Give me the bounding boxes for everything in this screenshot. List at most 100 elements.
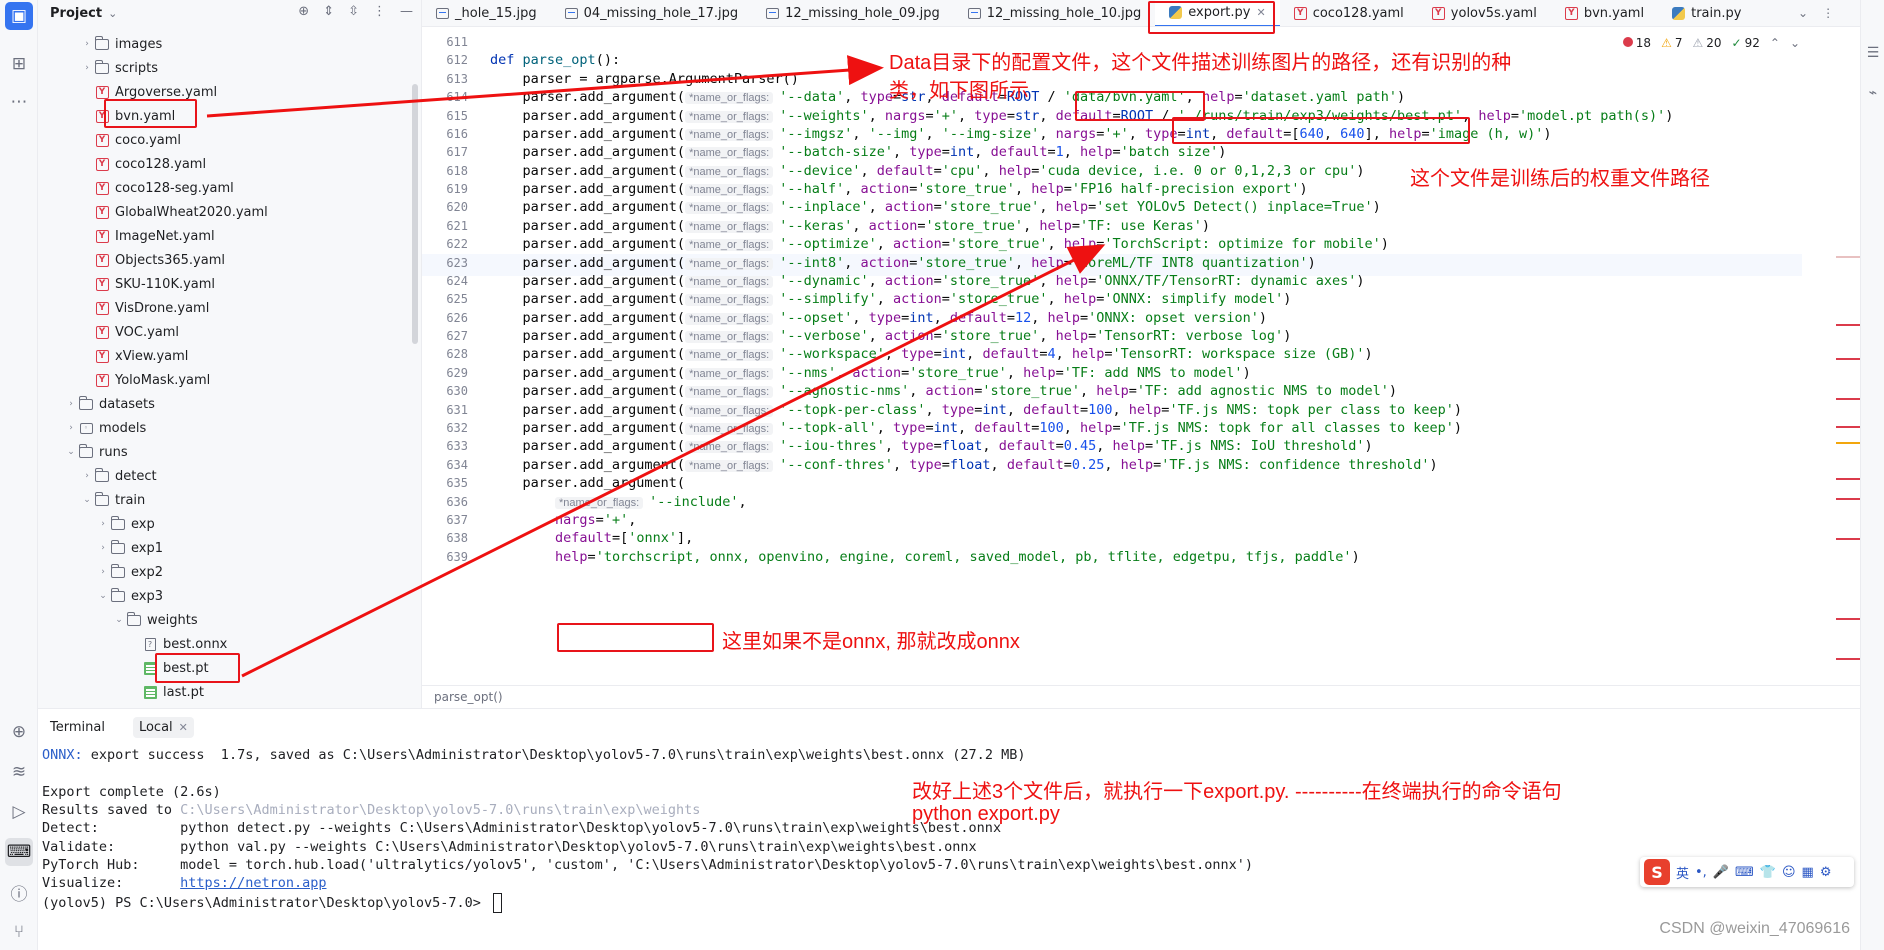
chevron-right-icon[interactable]: › bbox=[80, 471, 94, 481]
code-line[interactable]: parser.add_argument(*name_or_flags: '--in… bbox=[490, 199, 1381, 215]
tree-item[interactable]: › ◦ models bbox=[38, 416, 408, 440]
tree-item[interactable]: › detect bbox=[38, 464, 408, 488]
results-path[interactable]: C:\Users\Administrator\Desktop\yolov5-7.… bbox=[180, 802, 700, 818]
tree-item[interactable]: ⌄ exp3 bbox=[38, 584, 408, 608]
editor-tab[interactable]: train.py bbox=[1658, 0, 1755, 26]
project-scrollbar[interactable] bbox=[412, 84, 418, 344]
error-stripe-mark[interactable] bbox=[1836, 538, 1860, 540]
problems-icon[interactable]: ⓘ bbox=[5, 878, 33, 906]
ime-language[interactable]: 英 bbox=[1676, 863, 1689, 882]
tree-item[interactable]: ⌄ runs bbox=[38, 440, 408, 464]
tree-item[interactable]: YxView.yaml bbox=[38, 344, 408, 368]
tree-item[interactable]: Ycoco128-seg.yaml bbox=[38, 176, 408, 200]
chevron-down-icon[interactable]: ⌄ bbox=[1798, 6, 1808, 20]
error-stripe-mark[interactable] bbox=[1836, 324, 1860, 326]
locate-icon[interactable]: ⊕ bbox=[298, 4, 309, 19]
punctuation-icon[interactable]: •, bbox=[1695, 865, 1707, 880]
chevron-right-icon[interactable]: › bbox=[80, 63, 94, 73]
code-line[interactable]: parser.add_argument(*name_or_flags: '--in… bbox=[490, 255, 1316, 271]
services-icon[interactable]: ▷ bbox=[5, 798, 33, 826]
tree-item[interactable]: Y VisDrone.yaml bbox=[38, 296, 408, 320]
code-line[interactable]: parser.add_argument(*name_or_flags: '--op… bbox=[490, 236, 1389, 252]
microphone-icon[interactable]: 🎤 bbox=[1713, 865, 1729, 880]
python-packages-icon[interactable]: ⊕ bbox=[5, 718, 33, 746]
chevron-right-icon[interactable]: › bbox=[96, 519, 110, 529]
code-line[interactable]: parser.add_argument(*name_or_flags: '--co… bbox=[490, 457, 1438, 473]
code-line[interactable]: parser.add_argument(*name_or_flags: '--ba… bbox=[490, 144, 1227, 160]
chevron-down-icon[interactable]: ⌄ bbox=[80, 495, 94, 505]
editor-breadcrumb[interactable]: parse_opt() bbox=[422, 685, 1860, 708]
code-line[interactable]: help='torchscript, onnx, openvino, engin… bbox=[490, 549, 1360, 565]
database-icon[interactable]: ☰ bbox=[1864, 44, 1882, 62]
netron-link[interactable]: https://netron.app bbox=[180, 875, 326, 891]
code-line[interactable]: nargs='+', bbox=[490, 512, 636, 528]
code-line[interactable]: parser.add_argument(*name_or_flags: '--to… bbox=[490, 402, 1463, 418]
tree-item[interactable]: Ycoco.yaml bbox=[38, 128, 408, 152]
notifications-icon[interactable]: ⌁ bbox=[1864, 84, 1882, 102]
chevron-right-icon[interactable]: › bbox=[64, 399, 78, 409]
terminal-tab-local[interactable]: Local ✕ bbox=[132, 716, 194, 738]
editor-tab[interactable]: 04_missing_hole_17.jpg bbox=[551, 0, 753, 26]
inspection-widget[interactable]: 18 ⚠ 7 ⚠ 20 ✓ 92 ⌃ ⌄ bbox=[1622, 36, 1800, 50]
chevron-right-icon[interactable]: › bbox=[96, 567, 110, 577]
layers-icon[interactable]: ≋ bbox=[5, 758, 33, 786]
chevron-down-icon[interactable]: ⌄ bbox=[96, 591, 110, 601]
tree-item[interactable]: › images bbox=[38, 32, 408, 56]
close-icon[interactable]: ✕ bbox=[179, 721, 188, 734]
tree-item[interactable]: › exp1 bbox=[38, 536, 408, 560]
code-line[interactable]: default=['onnx'], bbox=[490, 530, 693, 546]
tree-item[interactable]: Y ImageNet.yaml bbox=[38, 224, 408, 248]
code-line[interactable]: *name_or_flags: '--include', bbox=[490, 494, 747, 510]
toolbox-icon[interactable]: ▦ bbox=[1802, 865, 1814, 880]
tree-item[interactable]: Y VOC.yaml bbox=[38, 320, 408, 344]
tree-item[interactable]: Y GlobalWheat2020.yaml bbox=[38, 200, 408, 224]
code-line[interactable]: parser.add_argument(*name_or_flags: '--to… bbox=[490, 420, 1463, 436]
ime-toolbar[interactable]: S 英 •, 🎤 ⌨ 👕 ☺ ▦ ⚙ bbox=[1640, 857, 1854, 887]
code-line[interactable]: parser.add_argument(*name_or_flags: '--ke… bbox=[490, 218, 1211, 234]
chevron-right-icon[interactable]: › bbox=[64, 423, 78, 433]
tree-item[interactable]: › datasets bbox=[38, 392, 408, 416]
emoji-icon[interactable]: ☺ bbox=[1782, 865, 1796, 880]
code-editor[interactable]: 611 612 613 614 615 616 617 618 619 620 621 622 623 6… bbox=[422, 28, 1860, 685]
tree-item[interactable]: Y YoloMask.yaml bbox=[38, 368, 408, 392]
error-stripe-mark[interactable] bbox=[1836, 398, 1860, 400]
tree-item[interactable]: Y Objects365.yaml bbox=[38, 248, 408, 272]
code-line[interactable]: parser.add_argument(*name_or_flags: '--io… bbox=[490, 438, 1373, 454]
more-tools-icon[interactable]: ⋯ bbox=[5, 88, 33, 116]
keyboard-icon[interactable]: ⌨ bbox=[1735, 865, 1754, 880]
structure-tool-icon[interactable]: ⊞ bbox=[5, 50, 33, 78]
error-stripe-mark[interactable] bbox=[1836, 658, 1860, 660]
tree-item[interactable]: ⌄ train bbox=[38, 488, 408, 512]
tree-item[interactable]: Y SKU-110K.yaml bbox=[38, 272, 408, 296]
editor-tab[interactable]: Yyolov5s.yaml bbox=[1418, 0, 1551, 26]
editor-tab[interactable]: Ybvn.yaml bbox=[1551, 0, 1658, 26]
error-stripe-mark[interactable] bbox=[1836, 256, 1860, 258]
editor-tab[interactable]: _hole_15.jpg bbox=[422, 0, 551, 26]
code-line[interactable]: parser = argparse.ArgumentParser() bbox=[490, 71, 799, 87]
code-line[interactable]: def parse_opt(): bbox=[490, 52, 620, 68]
code-line[interactable]: parser.add_argument(*name_or_flags: '--ve… bbox=[490, 328, 1292, 344]
chevron-right-icon[interactable]: › bbox=[96, 543, 110, 553]
skin-icon[interactable]: 👕 bbox=[1760, 865, 1776, 880]
breadcrumb-function[interactable]: parse_opt() bbox=[434, 690, 503, 704]
tree-item[interactable]: › exp2 bbox=[38, 560, 408, 584]
warning-stripe-mark[interactable] bbox=[1836, 442, 1860, 444]
sogou-logo-icon[interactable]: S bbox=[1644, 859, 1670, 885]
tree-item[interactable]: › scripts bbox=[38, 56, 408, 80]
error-stripe-mark[interactable] bbox=[1836, 498, 1860, 500]
editor-tab[interactable]: 12_missing_hole_09.jpg bbox=[752, 0, 954, 26]
tree-item[interactable]: last.pt bbox=[38, 680, 408, 704]
terminal-tool-icon[interactable]: ⌨ bbox=[5, 838, 33, 866]
code-line[interactable]: parser.add_argument( bbox=[490, 475, 686, 491]
git-icon[interactable]: ⑂ bbox=[5, 918, 33, 946]
previous-highlight-icon[interactable]: ⌃ bbox=[1770, 36, 1780, 50]
chevron-down-icon[interactable]: ⌄ bbox=[112, 615, 126, 625]
code-line[interactable]: parser.add_argument(*name_or_flags: '--wo… bbox=[490, 346, 1373, 362]
tree-item[interactable]: Y Argoverse.yaml bbox=[38, 80, 408, 104]
tree-item[interactable]: ⌄ weights bbox=[38, 608, 408, 632]
options-icon[interactable]: ⋮ bbox=[373, 4, 386, 19]
error-stripe-mark[interactable] bbox=[1836, 618, 1860, 620]
tree-item[interactable]: Ycoco128.yaml bbox=[38, 152, 408, 176]
error-stripe-mark[interactable] bbox=[1836, 478, 1860, 480]
settings-icon[interactable]: ⚙ bbox=[1820, 865, 1832, 880]
